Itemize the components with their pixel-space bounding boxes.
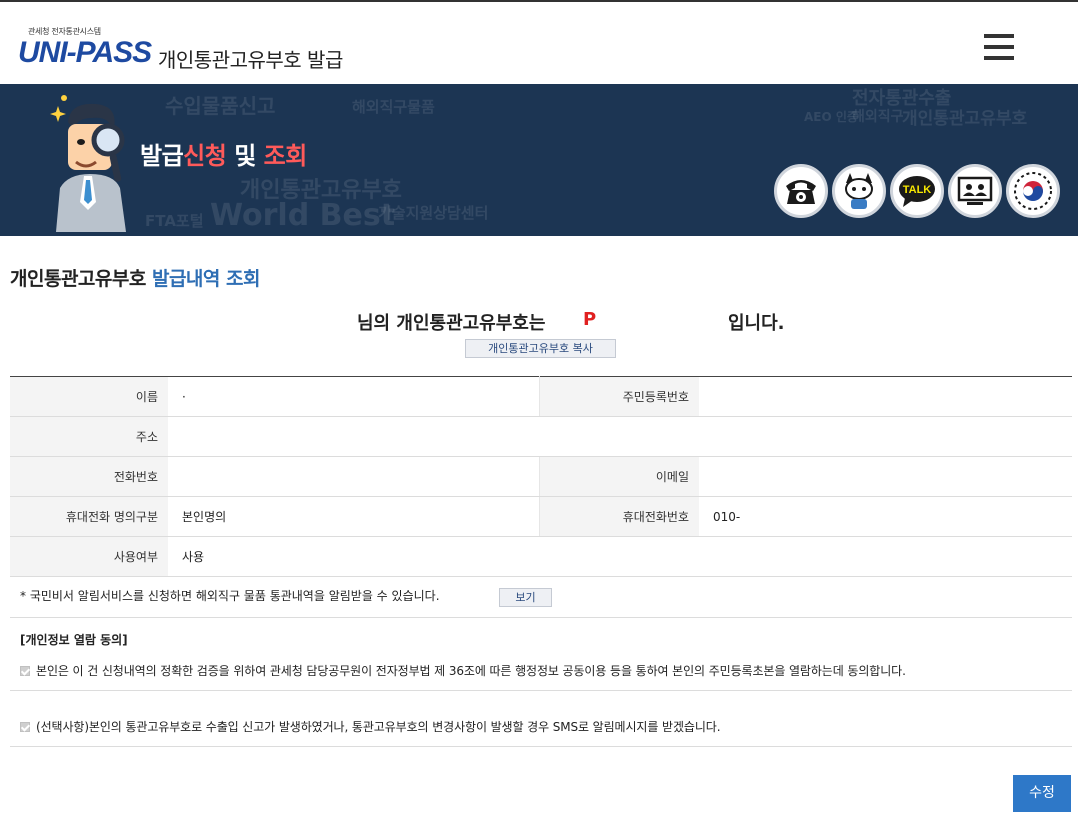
consent-text-required: 본인은 이 건 신청내역의 정확한 검증을 위하여 관세청 담당공무원이 전자정… xyxy=(36,664,906,678)
divider xyxy=(10,690,1072,691)
unipass-logo[interactable]: 관세청 전자통관시스템 UNI-PASS xyxy=(18,26,152,74)
banner-title-part: 및 xyxy=(226,142,264,170)
page-title: 개인통관고유부호 발급 xyxy=(158,48,343,72)
mobile-number-label: 휴대전화번호 xyxy=(539,496,699,537)
inspector-character-illustration xyxy=(50,95,126,232)
name-value: · xyxy=(168,376,540,417)
table-row: 주소 xyxy=(10,416,1072,457)
consent-title: [개인정보 열람 동의] xyxy=(20,633,128,647)
view-button[interactable]: 보기 xyxy=(499,588,552,607)
hero-banner: 수입물품신고 해외직구물품 개인통관고유부호 World Best FTA포털 … xyxy=(0,84,1078,236)
phone-label: 전화번호 xyxy=(10,456,168,497)
applicant-info-table: 이름 · 주민등록번호 주소 전화번호 이메일 휴대전화 명의구분 본인명의 휴… xyxy=(10,376,1072,577)
government-emblem-icon[interactable] xyxy=(1006,164,1060,218)
chatbot-icon[interactable] xyxy=(832,164,886,218)
customs-code-notice: 님의 개인통관고유부호는 xyxy=(357,313,546,334)
address-label: 주소 xyxy=(10,416,168,457)
banner-title-highlight: 신청 xyxy=(183,142,227,170)
banner-watermark: 수입물품신고 xyxy=(165,94,276,118)
section-title-highlight: 발급내역 조회 xyxy=(151,268,261,290)
name-label: 이름 xyxy=(10,376,168,417)
copy-customs-code-button[interactable]: 개인통관고유부호 복사 xyxy=(465,339,616,358)
remote-support-icon[interactable] xyxy=(948,164,1002,218)
consent-checkbox-sms[interactable] xyxy=(20,722,30,732)
hamburger-menu-icon[interactable] xyxy=(984,34,1014,62)
banner-watermark: World Best xyxy=(210,198,396,233)
divider xyxy=(10,617,1072,618)
mobile-number-value: 010- xyxy=(699,496,1072,537)
table-row: 이름 · 주민등록번호 xyxy=(10,376,1072,417)
banner-title-highlight: 조회 xyxy=(263,142,308,170)
table-row: 사용여부 사용 xyxy=(10,536,1072,577)
banner-title: 발급신청 및 조회 xyxy=(140,136,307,171)
customs-code-value: P xyxy=(583,309,597,330)
divider xyxy=(10,746,1072,747)
email-label: 이메일 xyxy=(539,456,699,497)
usage-value: 사용 xyxy=(168,536,1072,577)
address-value xyxy=(168,416,1072,457)
edit-button[interactable]: 수정 xyxy=(1013,775,1071,812)
usage-label: 사용여부 xyxy=(10,536,168,577)
talk-label: TALK xyxy=(903,184,932,196)
banner-watermark: 기술지원상담센터 xyxy=(378,204,489,222)
section-title-text: 개인통관고유부호 xyxy=(10,268,152,290)
customs-code-notice-suffix: 입니다. xyxy=(728,313,785,334)
phone-value xyxy=(168,456,540,497)
consent-checkbox-required[interactable] xyxy=(20,666,30,676)
table-row: 전화번호 이메일 xyxy=(10,456,1072,497)
banner-title-part: 발급 xyxy=(140,142,184,170)
mobile-owner-value: 본인명의 xyxy=(168,496,540,537)
consent-text-sms: (선택사항)본인의 통관고유부호로 수출입 신고가 발생하였거나, 통관고유부호… xyxy=(36,720,721,734)
section-title: 개인통관고유부호 발급내역 조회 xyxy=(10,264,260,291)
site-header: 관세청 전자통관시스템 UNI-PASS 개인통관고유부호 발급 xyxy=(0,0,1078,84)
ssn-label: 주민등록번호 xyxy=(539,376,699,417)
phone-icon[interactable] xyxy=(774,164,828,218)
notification-service-notice: * 국민비서 알림서비스를 신청하면 해외직구 물품 통관내역을 알림받을 수 … xyxy=(20,589,440,603)
banner-watermark: AEO 인증 xyxy=(804,110,858,124)
kakaotalk-icon[interactable]: TALK xyxy=(890,164,944,218)
banner-watermark: 해외직구물품 xyxy=(352,98,435,116)
banner-watermark: FTA포털 xyxy=(145,212,204,230)
banner-watermark: 해외직구 xyxy=(852,109,904,125)
ssn-value xyxy=(699,376,1072,417)
email-value xyxy=(699,456,1072,497)
logo-text: UNI-PASS xyxy=(18,36,152,69)
banner-watermark: 개인통관고유부호 xyxy=(902,109,1028,129)
mobile-owner-label: 휴대전화 명의구분 xyxy=(10,496,168,537)
table-row: 휴대전화 명의구분 본인명의 휴대전화번호 010- xyxy=(10,496,1072,537)
